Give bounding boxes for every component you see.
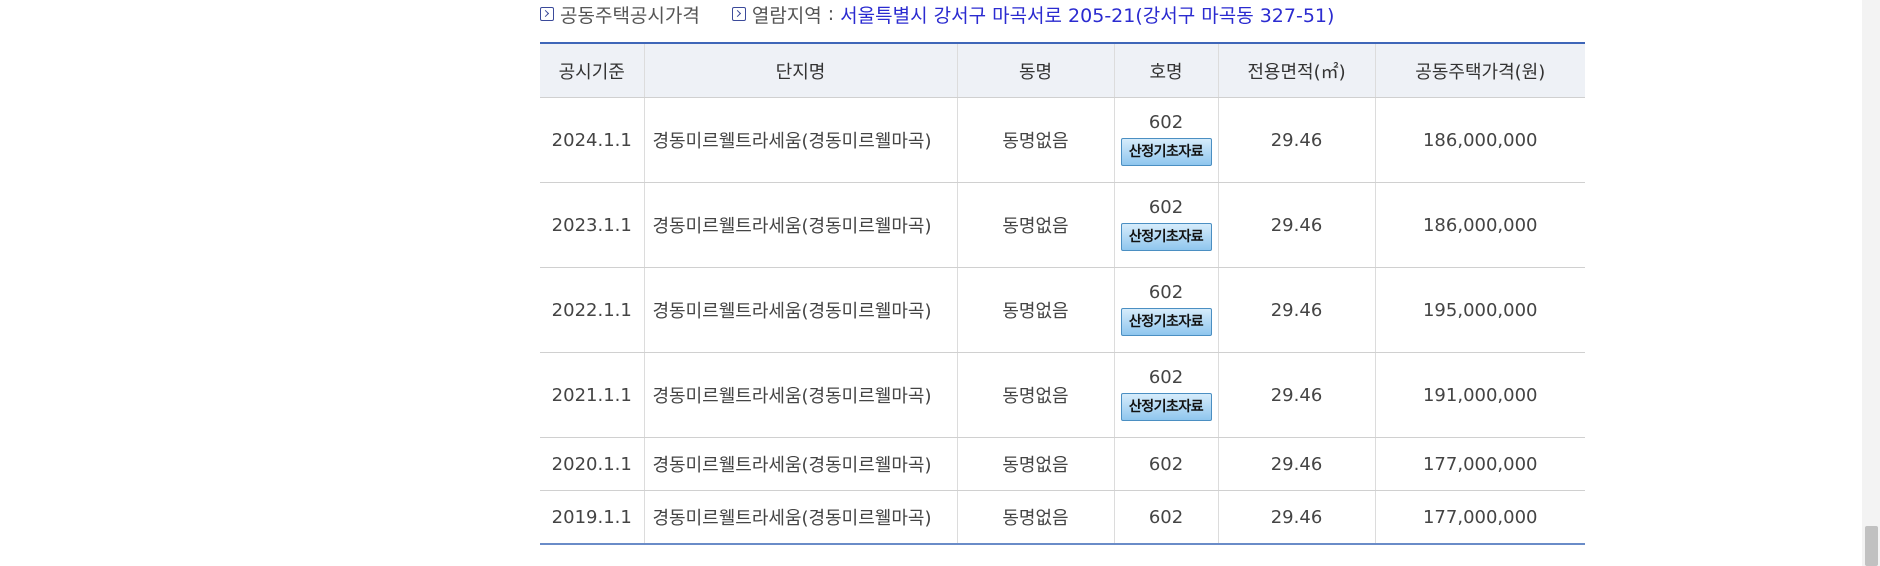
col-header-price: 공동주택가격(원) — [1374, 43, 1585, 98]
cell-area: 29.46 — [1217, 490, 1375, 545]
cell-complex: 경동미르웰트라세움(경동미르웰마곡) — [643, 437, 957, 491]
cell-complex: 경동미르웰트라세움(경동미르웰마곡) — [643, 182, 957, 268]
table-row: 2024.1.1 경동미르웰트라세움(경동미르웰마곡) 동명없음 602 산정기… — [540, 97, 1585, 183]
ho-number: 602 — [1148, 112, 1184, 133]
header-item-region: 열람지역 : 서울특별시 강서구 마곡서로 205-21(강서구 마곡동 327… — [731, 1, 1335, 28]
col-header-date: 공시기준 — [540, 43, 644, 98]
cell-complex: 경동미르웰트라세움(경동미르웰마곡) — [643, 97, 957, 183]
col-header-complex: 단지명 — [643, 43, 957, 98]
price-table: 공시기준 단지명 동명 호명 전용면적(㎡) 공동주택가격(원) 2024.1.… — [540, 42, 1585, 545]
cell-ho: 602 산정기초자료 — [1113, 182, 1218, 268]
vertical-scrollbar[interactable] — [1862, 0, 1880, 566]
cell-dong: 동명없음 — [956, 352, 1114, 438]
region-address: 서울특별시 강서구 마곡서로 205-21(강서구 마곡동 327-51) — [840, 4, 1335, 27]
cell-complex: 경동미르웰트라세움(경동미르웰마곡) — [643, 490, 957, 545]
cell-dong: 동명없음 — [956, 97, 1114, 183]
cell-ho: 602 — [1113, 490, 1218, 545]
cell-area: 29.46 — [1217, 437, 1375, 491]
calc-basis-button[interactable]: 산정기초자료 — [1120, 223, 1212, 251]
col-header-dong: 동명 — [956, 43, 1114, 98]
cell-complex: 경동미르웰트라세움(경동미르웰마곡) — [643, 352, 957, 438]
ho-number: 602 — [1148, 367, 1184, 388]
ho-number: 602 — [1148, 282, 1184, 303]
col-header-area: 전용면적(㎡) — [1217, 43, 1375, 98]
cell-ho: 602 — [1113, 437, 1218, 491]
cell-area: 29.46 — [1217, 352, 1375, 438]
arrow-box-icon — [540, 7, 554, 21]
price-type-label: 공동주택공시가격 — [560, 4, 700, 27]
cell-dong: 동명없음 — [956, 437, 1114, 491]
cell-date: 2021.1.1 — [540, 352, 644, 438]
cell-date: 2019.1.1 — [540, 490, 644, 545]
cell-price: 177,000,000 — [1374, 490, 1585, 545]
cell-dong: 동명없음 — [956, 490, 1114, 545]
arrow-box-icon — [731, 7, 746, 21]
cell-date: 2024.1.1 — [540, 97, 644, 183]
col-header-ho: 호명 — [1113, 43, 1218, 98]
header-item-price-type: 공동주택공시가격 — [540, 1, 700, 28]
cell-price: 177,000,000 — [1374, 437, 1585, 491]
cell-date: 2023.1.1 — [540, 182, 644, 268]
cell-area: 29.46 — [1217, 182, 1375, 268]
calc-basis-button[interactable]: 산정기초자료 — [1120, 308, 1212, 336]
cell-ho: 602 산정기초자료 — [1113, 97, 1218, 183]
table-header-row: 공시기준 단지명 동명 호명 전용면적(㎡) 공동주택가격(원) — [540, 43, 1585, 98]
region-label: 열람지역 — [751, 4, 822, 27]
table-row: 2019.1.1 경동미르웰트라세움(경동미르웰마곡) 동명없음 602 29.… — [540, 490, 1585, 545]
calc-basis-button[interactable]: 산정기초자료 — [1120, 138, 1212, 166]
table-row: 2021.1.1 경동미르웰트라세움(경동미르웰마곡) 동명없음 602 산정기… — [540, 352, 1585, 438]
cell-date: 2022.1.1 — [540, 267, 644, 353]
table-row: 2020.1.1 경동미르웰트라세움(경동미르웰마곡) 동명없음 602 29.… — [540, 437, 1585, 491]
cell-ho: 602 산정기초자료 — [1113, 352, 1218, 438]
cell-price: 191,000,000 — [1374, 352, 1585, 438]
cell-price: 186,000,000 — [1374, 182, 1585, 268]
cell-date: 2020.1.1 — [540, 437, 644, 491]
cell-area: 29.46 — [1217, 267, 1375, 353]
cell-area: 29.46 — [1217, 97, 1375, 183]
cell-dong: 동명없음 — [956, 182, 1114, 268]
table-row: 2023.1.1 경동미르웰트라세움(경동미르웰마곡) 동명없음 602 산정기… — [540, 182, 1585, 268]
scrollbar-thumb[interactable] — [1865, 526, 1878, 566]
info-header: 공동주택공시가격 열람지역 : 서울특별시 강서구 마곡서로 205-21(강서… — [540, 0, 1334, 28]
calc-basis-button[interactable]: 산정기초자료 — [1120, 393, 1212, 421]
cell-price: 195,000,000 — [1374, 267, 1585, 353]
cell-ho: 602 산정기초자료 — [1113, 267, 1218, 353]
region-separator: : — [827, 3, 835, 25]
cell-complex: 경동미르웰트라세움(경동미르웰마곡) — [643, 267, 957, 353]
table-row: 2022.1.1 경동미르웰트라세움(경동미르웰마곡) 동명없음 602 산정기… — [540, 267, 1585, 353]
ho-number: 602 — [1148, 197, 1184, 218]
cell-price: 186,000,000 — [1374, 97, 1585, 183]
cell-dong: 동명없음 — [956, 267, 1114, 353]
